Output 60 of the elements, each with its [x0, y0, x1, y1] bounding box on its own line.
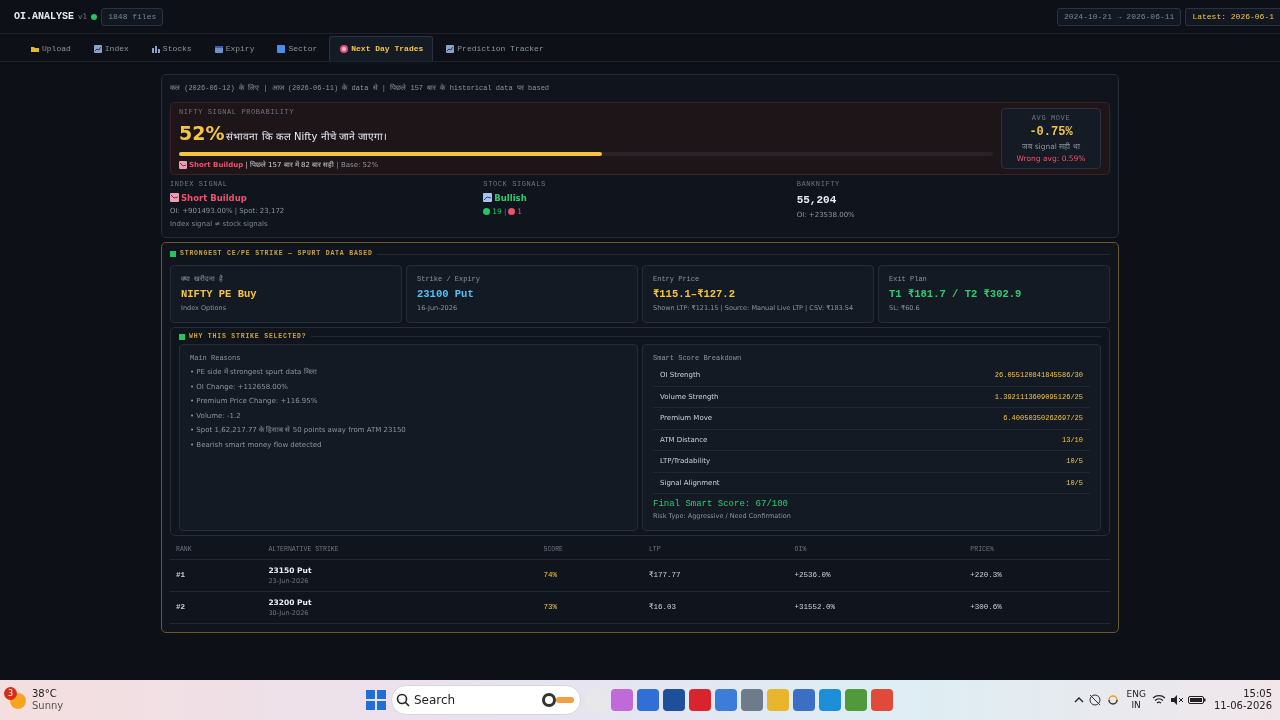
card-value: 23100 Put — [417, 286, 475, 302]
tab[interactable]: Prediction Tracker — [435, 36, 554, 61]
section-marker — [179, 333, 185, 340]
file-count: 1848 files — [101, 7, 164, 26]
bar-chart-icon — [150, 44, 161, 54]
app-logo: OI.ANALYSE — [14, 10, 74, 24]
search-field[interactable]: Search — [390, 685, 581, 715]
tab[interactable]: Next Day Trades — [329, 36, 434, 61]
app-icon[interactable] — [740, 689, 763, 711]
speaker-muted-icon[interactable] — [1169, 694, 1184, 706]
calendar-icon — [213, 44, 224, 54]
start-icon[interactable] — [364, 689, 387, 711]
date-range: 2024-10-21 → 2026-06-11 — [1056, 7, 1182, 26]
folder-icon — [30, 44, 40, 54]
status-dot — [91, 13, 98, 20]
app-icon[interactable] — [870, 689, 893, 711]
tab[interactable]: Upload — [20, 36, 81, 61]
refresh-icon[interactable] — [1106, 693, 1121, 707]
chart-icon — [92, 44, 103, 54]
app-icon[interactable] — [610, 689, 633, 711]
wifi-icon[interactable] — [1151, 694, 1166, 706]
app-icon[interactable] — [792, 689, 815, 711]
tab[interactable]: Expiry — [203, 36, 265, 61]
app-icon[interactable] — [688, 689, 711, 711]
app-icon[interactable] — [844, 689, 867, 711]
clock[interactable]: 15:05 11-06-2026 — [1213, 688, 1272, 712]
avg-move-value: -0.75% — [1028, 124, 1074, 142]
square-icon — [276, 44, 287, 54]
signal-value: 55,204 — [796, 192, 837, 208]
trend-down-icon — [179, 160, 187, 169]
battery-icon — [1187, 695, 1206, 705]
target-icon — [339, 44, 350, 54]
latest-date: Latest: 2026-06-1 — [1185, 7, 1280, 26]
search-icon — [395, 693, 410, 707]
card-value: NIFTY PE Buy — [181, 286, 258, 302]
tab[interactable]: Index — [82, 36, 139, 61]
app-icon[interactable] — [636, 689, 659, 711]
tab[interactable]: Stocks — [140, 36, 202, 61]
final-score: Final Smart Score: 67/100 — [653, 498, 790, 512]
probability-text: संभावना कि कल Nifty नीचे जाने जाएगा। — [226, 130, 387, 144]
weather-condition: Sunny — [32, 700, 64, 712]
notification-badge: 3 — [4, 687, 17, 700]
card-value: ₹115.1–₹127.2 — [653, 286, 736, 302]
probability-value: 52% — [179, 121, 225, 146]
section-marker — [170, 251, 176, 258]
language-indicator[interactable]: ENG IN — [1126, 689, 1146, 711]
app-icon[interactable] — [662, 689, 685, 711]
card-value: T1 ₹181.7 / T2 ₹302.9 — [889, 286, 1023, 302]
ball-icon — [539, 691, 576, 709]
sync-off-icon[interactable] — [1088, 693, 1103, 707]
chart-icon — [445, 44, 456, 54]
trend-down-icon — [170, 193, 179, 203]
app-icon[interactable] — [714, 689, 737, 711]
tab[interactable]: Sector — [266, 36, 328, 61]
signal-value: Bullish — [494, 191, 527, 205]
signal-value: Short Buildup — [181, 191, 247, 205]
app-icon[interactable] — [818, 689, 841, 711]
temperature: 38°C — [32, 688, 58, 700]
trend-up-icon — [483, 193, 493, 203]
chevron-icon[interactable] — [1074, 695, 1085, 705]
